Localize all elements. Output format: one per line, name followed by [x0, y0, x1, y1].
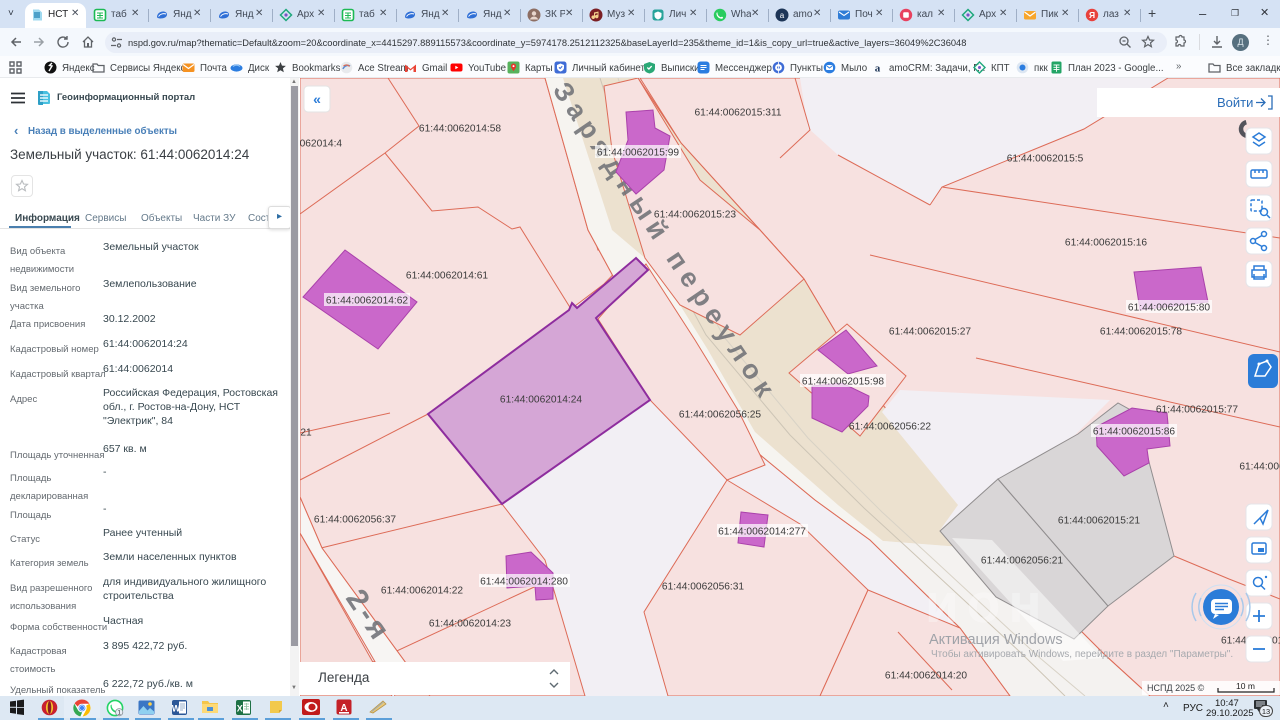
svg-text:61:44:0062014:62: 61:44:0062014:62 — [326, 296, 408, 307]
svg-text:61:44:0062014:280: 61:44:0062014:280 — [480, 577, 568, 588]
svg-text:Войти: Войти — [1217, 95, 1253, 110]
svg-text:61:44:0062015:16: 61:44:0062015:16 — [1065, 238, 1147, 249]
svg-text:1: 1 — [117, 710, 121, 717]
svg-text:61:44:0062015:77: 61:44:0062015:77 — [1156, 405, 1238, 416]
svg-text:X: X — [237, 704, 243, 714]
svg-text:61:44:0062014:20: 61:44:0062014:20 — [885, 671, 967, 682]
svg-text:0062014:4: 0062014:4 — [300, 139, 342, 150]
svg-text:61:44:0062015:23: 61:44:0062015:23 — [654, 210, 736, 221]
svg-text:61:44:0062015:86: 61:44:0062015:86 — [1093, 427, 1175, 438]
svg-text:61:44:0062056:25: 61:44:0062056:25 — [679, 410, 761, 421]
svg-text:10 m: 10 m — [1236, 681, 1255, 691]
svg-text:21: 21 — [300, 428, 312, 439]
svg-text:61:44:0062014:22: 61:44:0062014:22 — [381, 586, 463, 597]
svg-text:61:44:0062015:80: 61:44:0062015:80 — [1128, 303, 1210, 314]
svg-text:61:44:0062015:27: 61:44:0062015:27 — [889, 327, 971, 338]
svg-text:a: a — [780, 11, 785, 20]
svg-text:Я: Я — [1089, 10, 1095, 20]
svg-text:a: a — [875, 63, 881, 75]
svg-text:61:44:0062014:24: 61:44:0062014:24 — [500, 395, 582, 406]
svg-text:61:44:0062015:98: 61:44:0062015:98 — [802, 377, 884, 388]
svg-text:61:44:0062015:99: 61:44:0062015:99 — [597, 148, 679, 159]
svg-text:Легенда: Легенда — [318, 670, 370, 685]
svg-text:Активация Windows: Активация Windows — [929, 632, 1063, 648]
svg-text:61:44:0062056:22: 61:44:0062056:22 — [849, 422, 931, 433]
svg-text:61:44:0062056:37: 61:44:0062056:37 — [314, 515, 396, 526]
svg-text:61:44:0062015:78: 61:44:0062015:78 — [1100, 327, 1182, 338]
svg-text:W: W — [172, 704, 181, 714]
svg-text:61:44:0062015:21: 61:44:0062015:21 — [1058, 516, 1140, 527]
svg-text:ион: ион — [925, 572, 1050, 634]
svg-text:61:44:0062014:23: 61:44:0062014:23 — [429, 619, 511, 630]
svg-text:61:44:0062015:311: 61:44:0062015:311 — [694, 108, 781, 119]
svg-text:Чтобы активировать Windows, пе: Чтобы активировать Windows, перейдите в … — [931, 648, 1233, 660]
svg-text:61:44:0062014:61: 61:44:0062014:61 — [406, 271, 488, 282]
svg-text:61:44:0062015:5: 61:44:0062015:5 — [1007, 154, 1084, 165]
svg-text:61:44:0062056:21: 61:44:0062056:21 — [981, 556, 1063, 567]
svg-text:61:44:0062014:58: 61:44:0062014:58 — [419, 124, 501, 135]
svg-text:61:44:0062014:277: 61:44:0062014:277 — [718, 527, 806, 538]
svg-text:«: « — [313, 91, 321, 107]
svg-text:61:44:0062056:31: 61:44:0062056:31 — [662, 582, 744, 593]
svg-text:61:44:006: 61:44:006 — [1239, 462, 1280, 473]
svg-text:НСПД 2025 ©: НСПД 2025 © — [1147, 683, 1205, 693]
